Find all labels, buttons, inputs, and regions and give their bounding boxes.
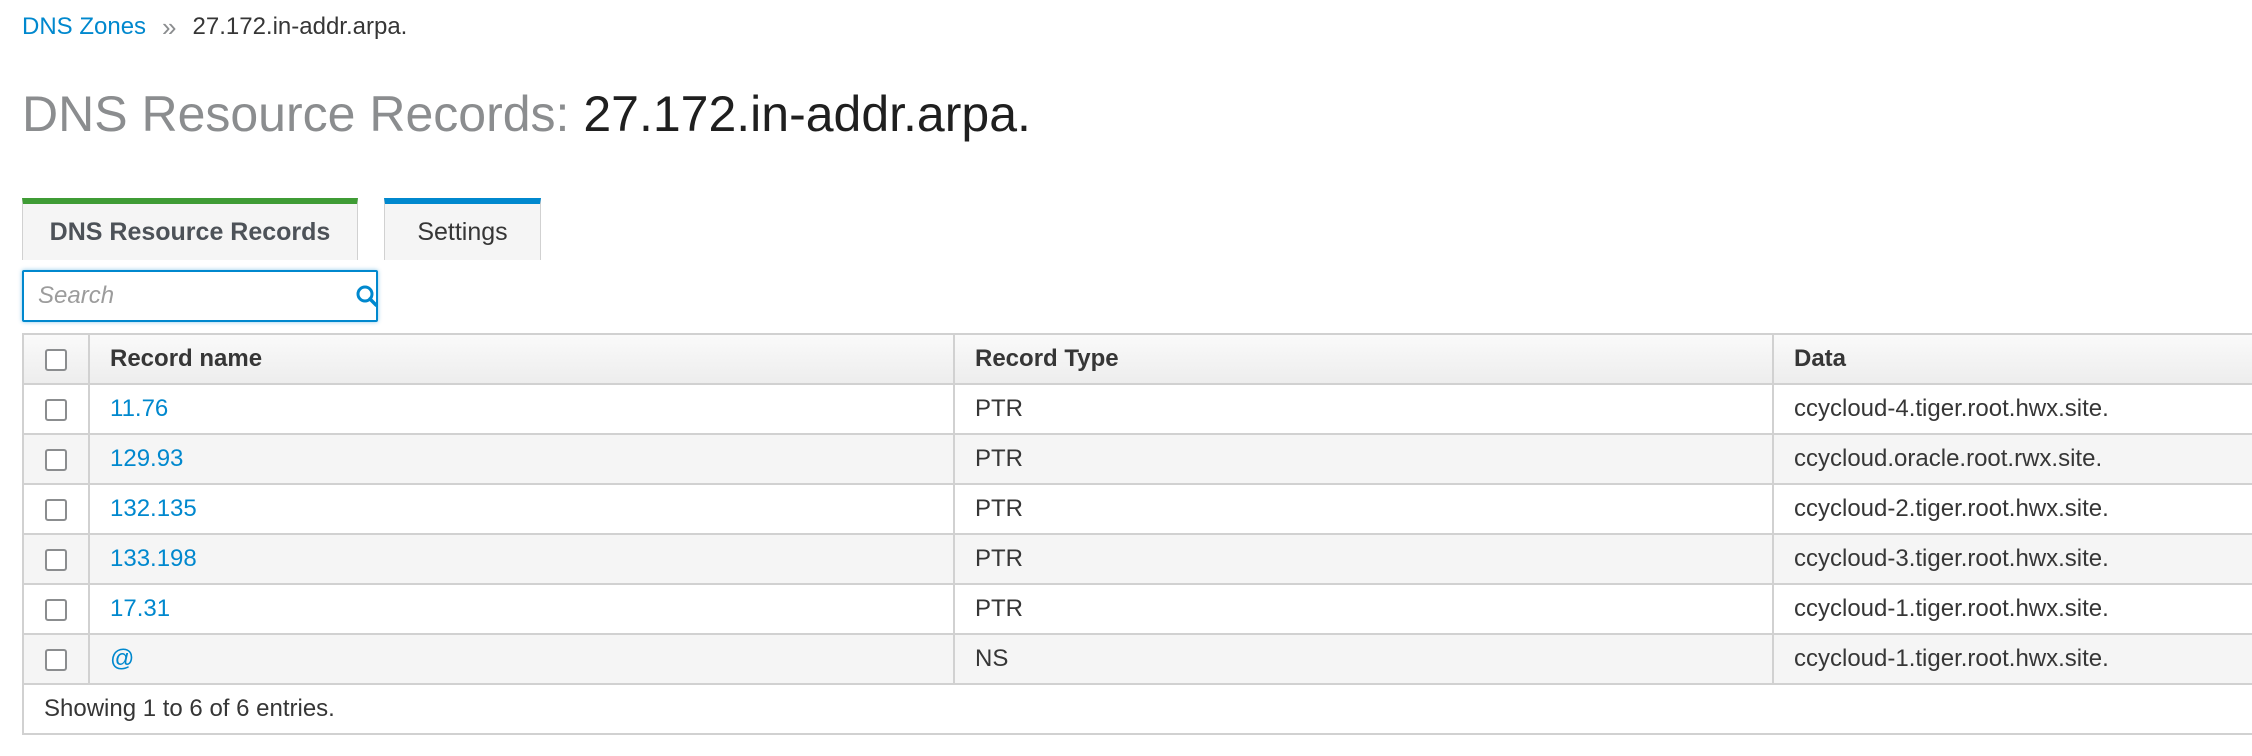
tab-dns-resource-records[interactable]: DNS Resource Records	[22, 198, 358, 260]
header-record-type[interactable]: Record Type	[953, 333, 1774, 385]
tab-settings[interactable]: Settings	[384, 198, 541, 260]
record-data-cell: ccycloud-3.tiger.root.hwx.site.	[1772, 533, 2252, 585]
table-header-row: Record name Record Type Data	[22, 333, 2252, 385]
record-name-cell: 17.31	[88, 583, 955, 635]
header-select-all-cell	[22, 333, 90, 385]
search-icon[interactable]	[355, 274, 379, 318]
breadcrumb-separator: »	[162, 11, 177, 42]
record-type-cell: PTR	[953, 383, 1774, 435]
table-row: 132.135 PTR ccycloud-2.tiger.root.hwx.si…	[22, 483, 2252, 535]
record-name-link[interactable]: 129.93	[110, 445, 183, 472]
entries-summary: Showing 1 to 6 of 6 entries.	[22, 683, 2252, 735]
record-name-cell: 133.198	[88, 533, 955, 585]
header-record-name[interactable]: Record name	[88, 333, 955, 385]
record-name-cell: @	[88, 633, 955, 685]
table-row: 11.76 PTR ccycloud-4.tiger.root.hwx.site…	[22, 383, 2252, 435]
record-name-link[interactable]: 11.76	[110, 395, 168, 422]
record-data-cell: ccycloud-2.tiger.root.hwx.site.	[1772, 483, 2252, 535]
search-input[interactable]	[36, 273, 355, 319]
records-table: Record name Record Type Data 11.76 PTR c…	[22, 333, 2252, 735]
row-checkbox-cell	[22, 633, 90, 685]
record-type-cell: PTR	[953, 483, 1774, 535]
row-checkbox[interactable]	[45, 598, 67, 621]
record-type-cell: PTR	[953, 533, 1774, 585]
record-type-cell: PTR	[953, 583, 1774, 635]
page-title-prefix: DNS Resource Records:	[22, 86, 570, 142]
record-name-cell: 129.93	[88, 433, 955, 485]
table-footer-row: Showing 1 to 6 of 6 entries.	[22, 683, 2252, 735]
row-checkbox-cell	[22, 533, 90, 585]
table-row: 129.93 PTR ccycloud.oracle.root.rwx.site…	[22, 433, 2252, 485]
record-data-cell: ccycloud-1.tiger.root.hwx.site.	[1772, 583, 2252, 635]
breadcrumb-dns-zones-link[interactable]: DNS Zones	[22, 13, 146, 41]
table-row: 17.31 PTR ccycloud-1.tiger.root.hwx.site…	[22, 583, 2252, 635]
row-checkbox-cell	[22, 383, 90, 435]
header-data[interactable]: Data	[1772, 333, 2252, 385]
search-box	[22, 270, 378, 322]
select-all-checkbox[interactable]	[45, 348, 67, 371]
record-name-link[interactable]: 132.135	[110, 495, 197, 522]
row-checkbox-cell	[22, 433, 90, 485]
row-checkbox[interactable]	[45, 548, 67, 571]
row-checkbox[interactable]	[45, 498, 67, 521]
row-checkbox-cell	[22, 583, 90, 635]
table-row: @ NS ccycloud-1.tiger.root.hwx.site.	[22, 633, 2252, 685]
page-title-zone: 27.172.in-addr.arpa.	[583, 86, 1031, 142]
record-data-cell: ccycloud.oracle.root.rwx.site.	[1772, 433, 2252, 485]
breadcrumb: DNS Zones » 27.172.in-addr.arpa.	[22, 10, 407, 44]
record-name-link[interactable]: 133.198	[110, 545, 197, 572]
record-name-link[interactable]: @	[110, 645, 134, 672]
breadcrumb-current: 27.172.in-addr.arpa.	[192, 13, 408, 40]
record-data-cell: ccycloud-4.tiger.root.hwx.site.	[1772, 383, 2252, 435]
table-row: 133.198 PTR ccycloud-3.tiger.root.hwx.si…	[22, 533, 2252, 585]
record-name-cell: 132.135	[88, 483, 955, 535]
record-data-cell: ccycloud-1.tiger.root.hwx.site.	[1772, 633, 2252, 685]
dns-records-page: DNS Zones » 27.172.in-addr.arpa. DNS Res…	[0, 0, 2252, 756]
record-name-link[interactable]: 17.31	[110, 595, 170, 622]
page-title: DNS Resource Records: 27.172.in-addr.arp…	[22, 82, 1031, 146]
row-checkbox[interactable]	[45, 648, 67, 671]
row-checkbox-cell	[22, 483, 90, 535]
record-type-cell: PTR	[953, 433, 1774, 485]
row-checkbox[interactable]	[45, 398, 67, 421]
row-checkbox[interactable]	[45, 448, 67, 471]
records-table-container: Record name Record Type Data 11.76 PTR c…	[22, 333, 2252, 735]
record-type-cell: NS	[953, 633, 1774, 685]
record-name-cell: 11.76	[88, 383, 955, 435]
